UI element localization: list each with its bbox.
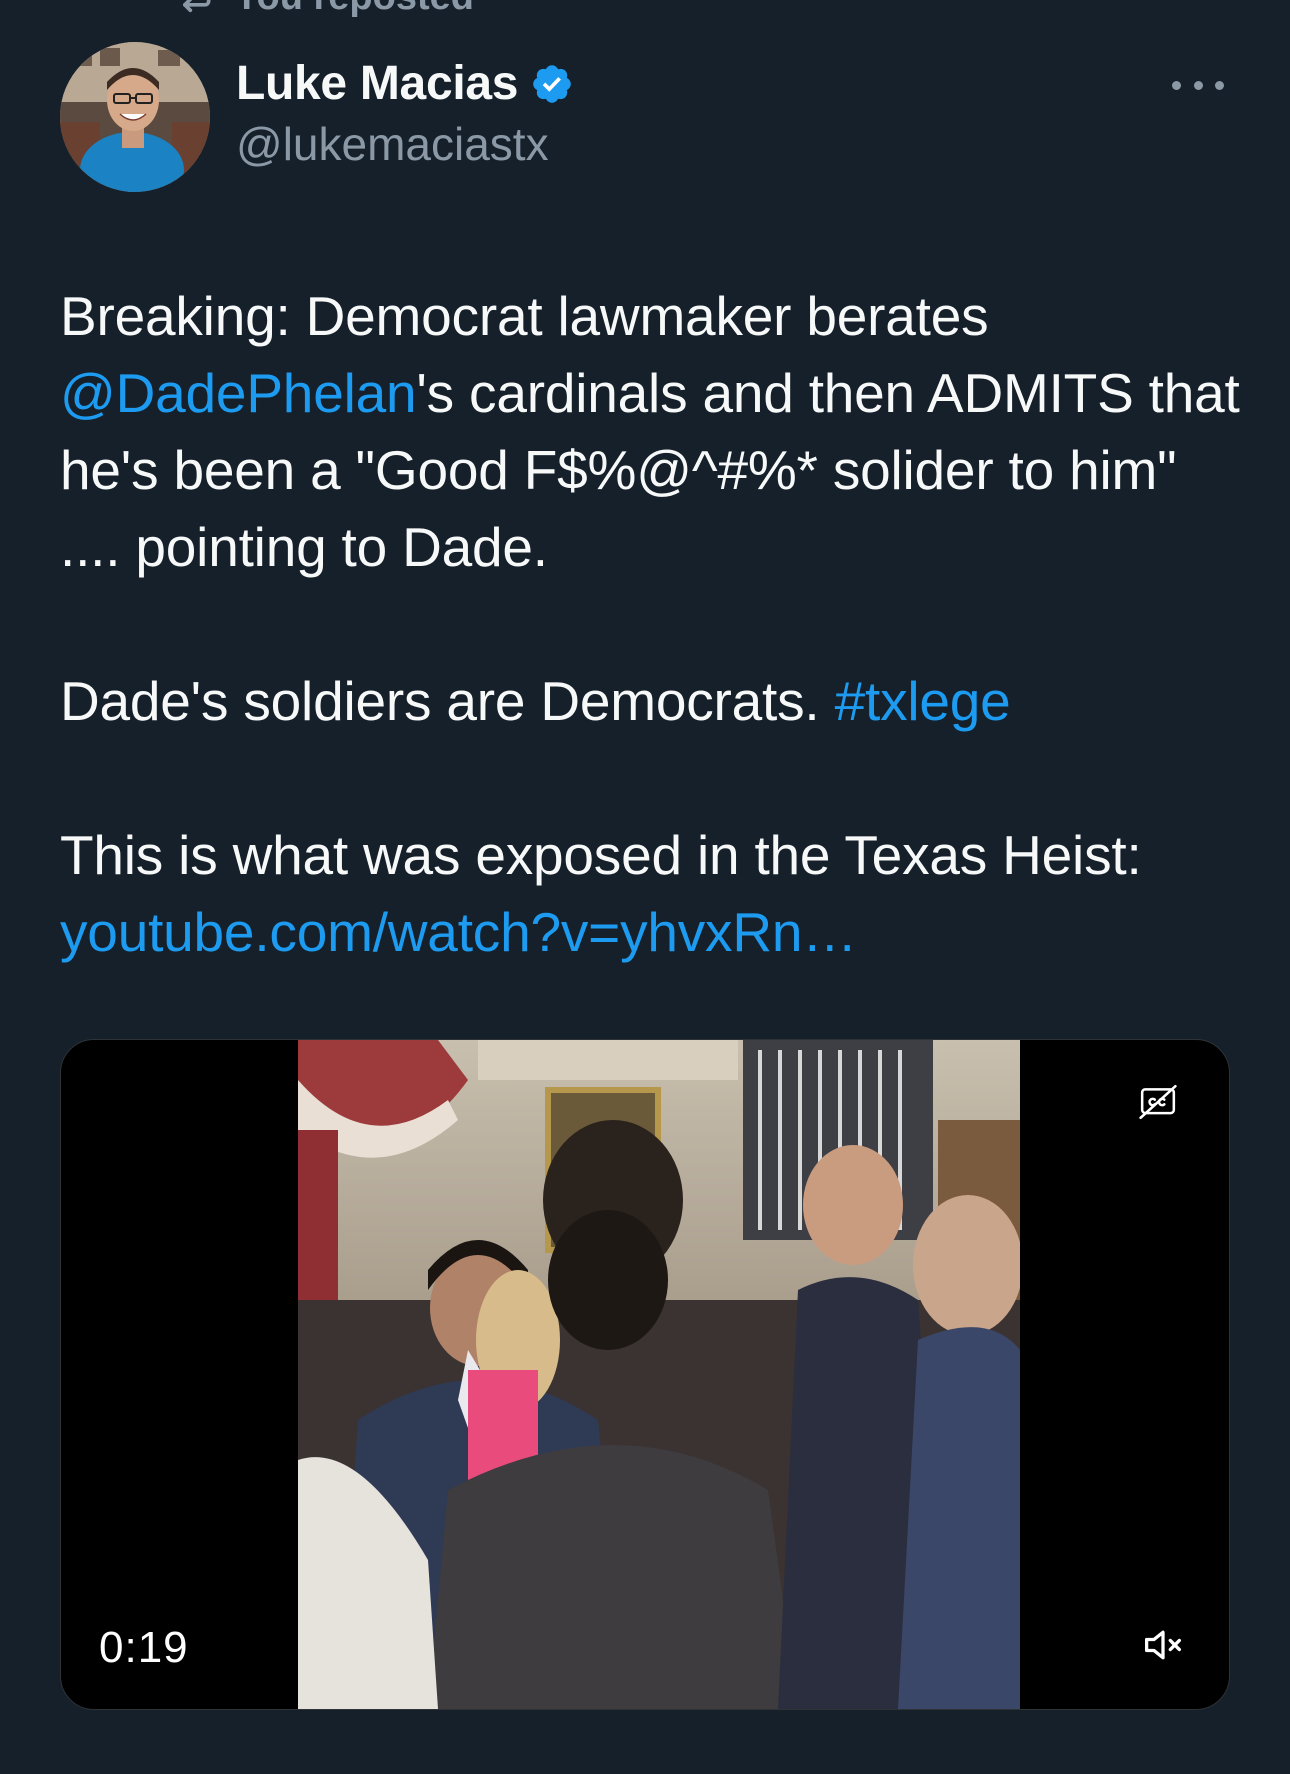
- tweet-text-line1: Breaking: Democrat lawmaker berates: [60, 285, 989, 347]
- hashtag-link[interactable]: #txlege: [835, 670, 1011, 732]
- closed-captions-off-icon[interactable]: [1139, 1084, 1177, 1120]
- more-dot-icon: [1193, 80, 1203, 90]
- tweet-author-row: Luke Macias @lukemaciastx: [60, 42, 1230, 194]
- youtube-link[interactable]: youtube.com/watch?v=yhvxRn…: [60, 901, 857, 963]
- repost-header: You reposted: [172, 0, 474, 24]
- speaker-muted-icon[interactable]: [1141, 1625, 1185, 1665]
- tweet-paragraph-2: Dade's soldiers are Democrats. #txlege: [60, 663, 1240, 740]
- tweet-text-para3: This is what was exposed in the Texas He…: [60, 824, 1142, 886]
- tweet-paragraph-1: Breaking: Democrat lawmaker berates @Dad…: [60, 278, 1240, 586]
- repost-icon: [172, 0, 216, 24]
- video-frame[interactable]: [298, 1040, 1020, 1709]
- more-options-button[interactable]: [1172, 70, 1224, 100]
- video-duration: 0:19: [99, 1623, 189, 1672]
- author-display-name[interactable]: Luke Macias: [236, 56, 518, 111]
- tweet-paragraph-3: This is what was exposed in the Texas He…: [60, 817, 1240, 971]
- avatar[interactable]: [60, 42, 210, 192]
- verified-badge-icon[interactable]: [530, 62, 574, 106]
- author-handle[interactable]: @lukemaciastx: [236, 117, 574, 171]
- video-player[interactable]: 0:19: [60, 1039, 1230, 1710]
- more-dot-icon: [1215, 80, 1224, 90]
- author-name-block: Luke Macias @lukemaciastx: [236, 56, 574, 171]
- tweet-text-para2: Dade's soldiers are Democrats.: [60, 670, 835, 732]
- tweet-text: Breaking: Democrat lawmaker berates @Dad…: [60, 278, 1240, 971]
- author-name-line: Luke Macias: [236, 56, 574, 111]
- more-dot-icon: [1172, 80, 1181, 90]
- repost-label: You reposted: [234, 0, 474, 19]
- mention-link[interactable]: @DadePhelan: [60, 362, 417, 424]
